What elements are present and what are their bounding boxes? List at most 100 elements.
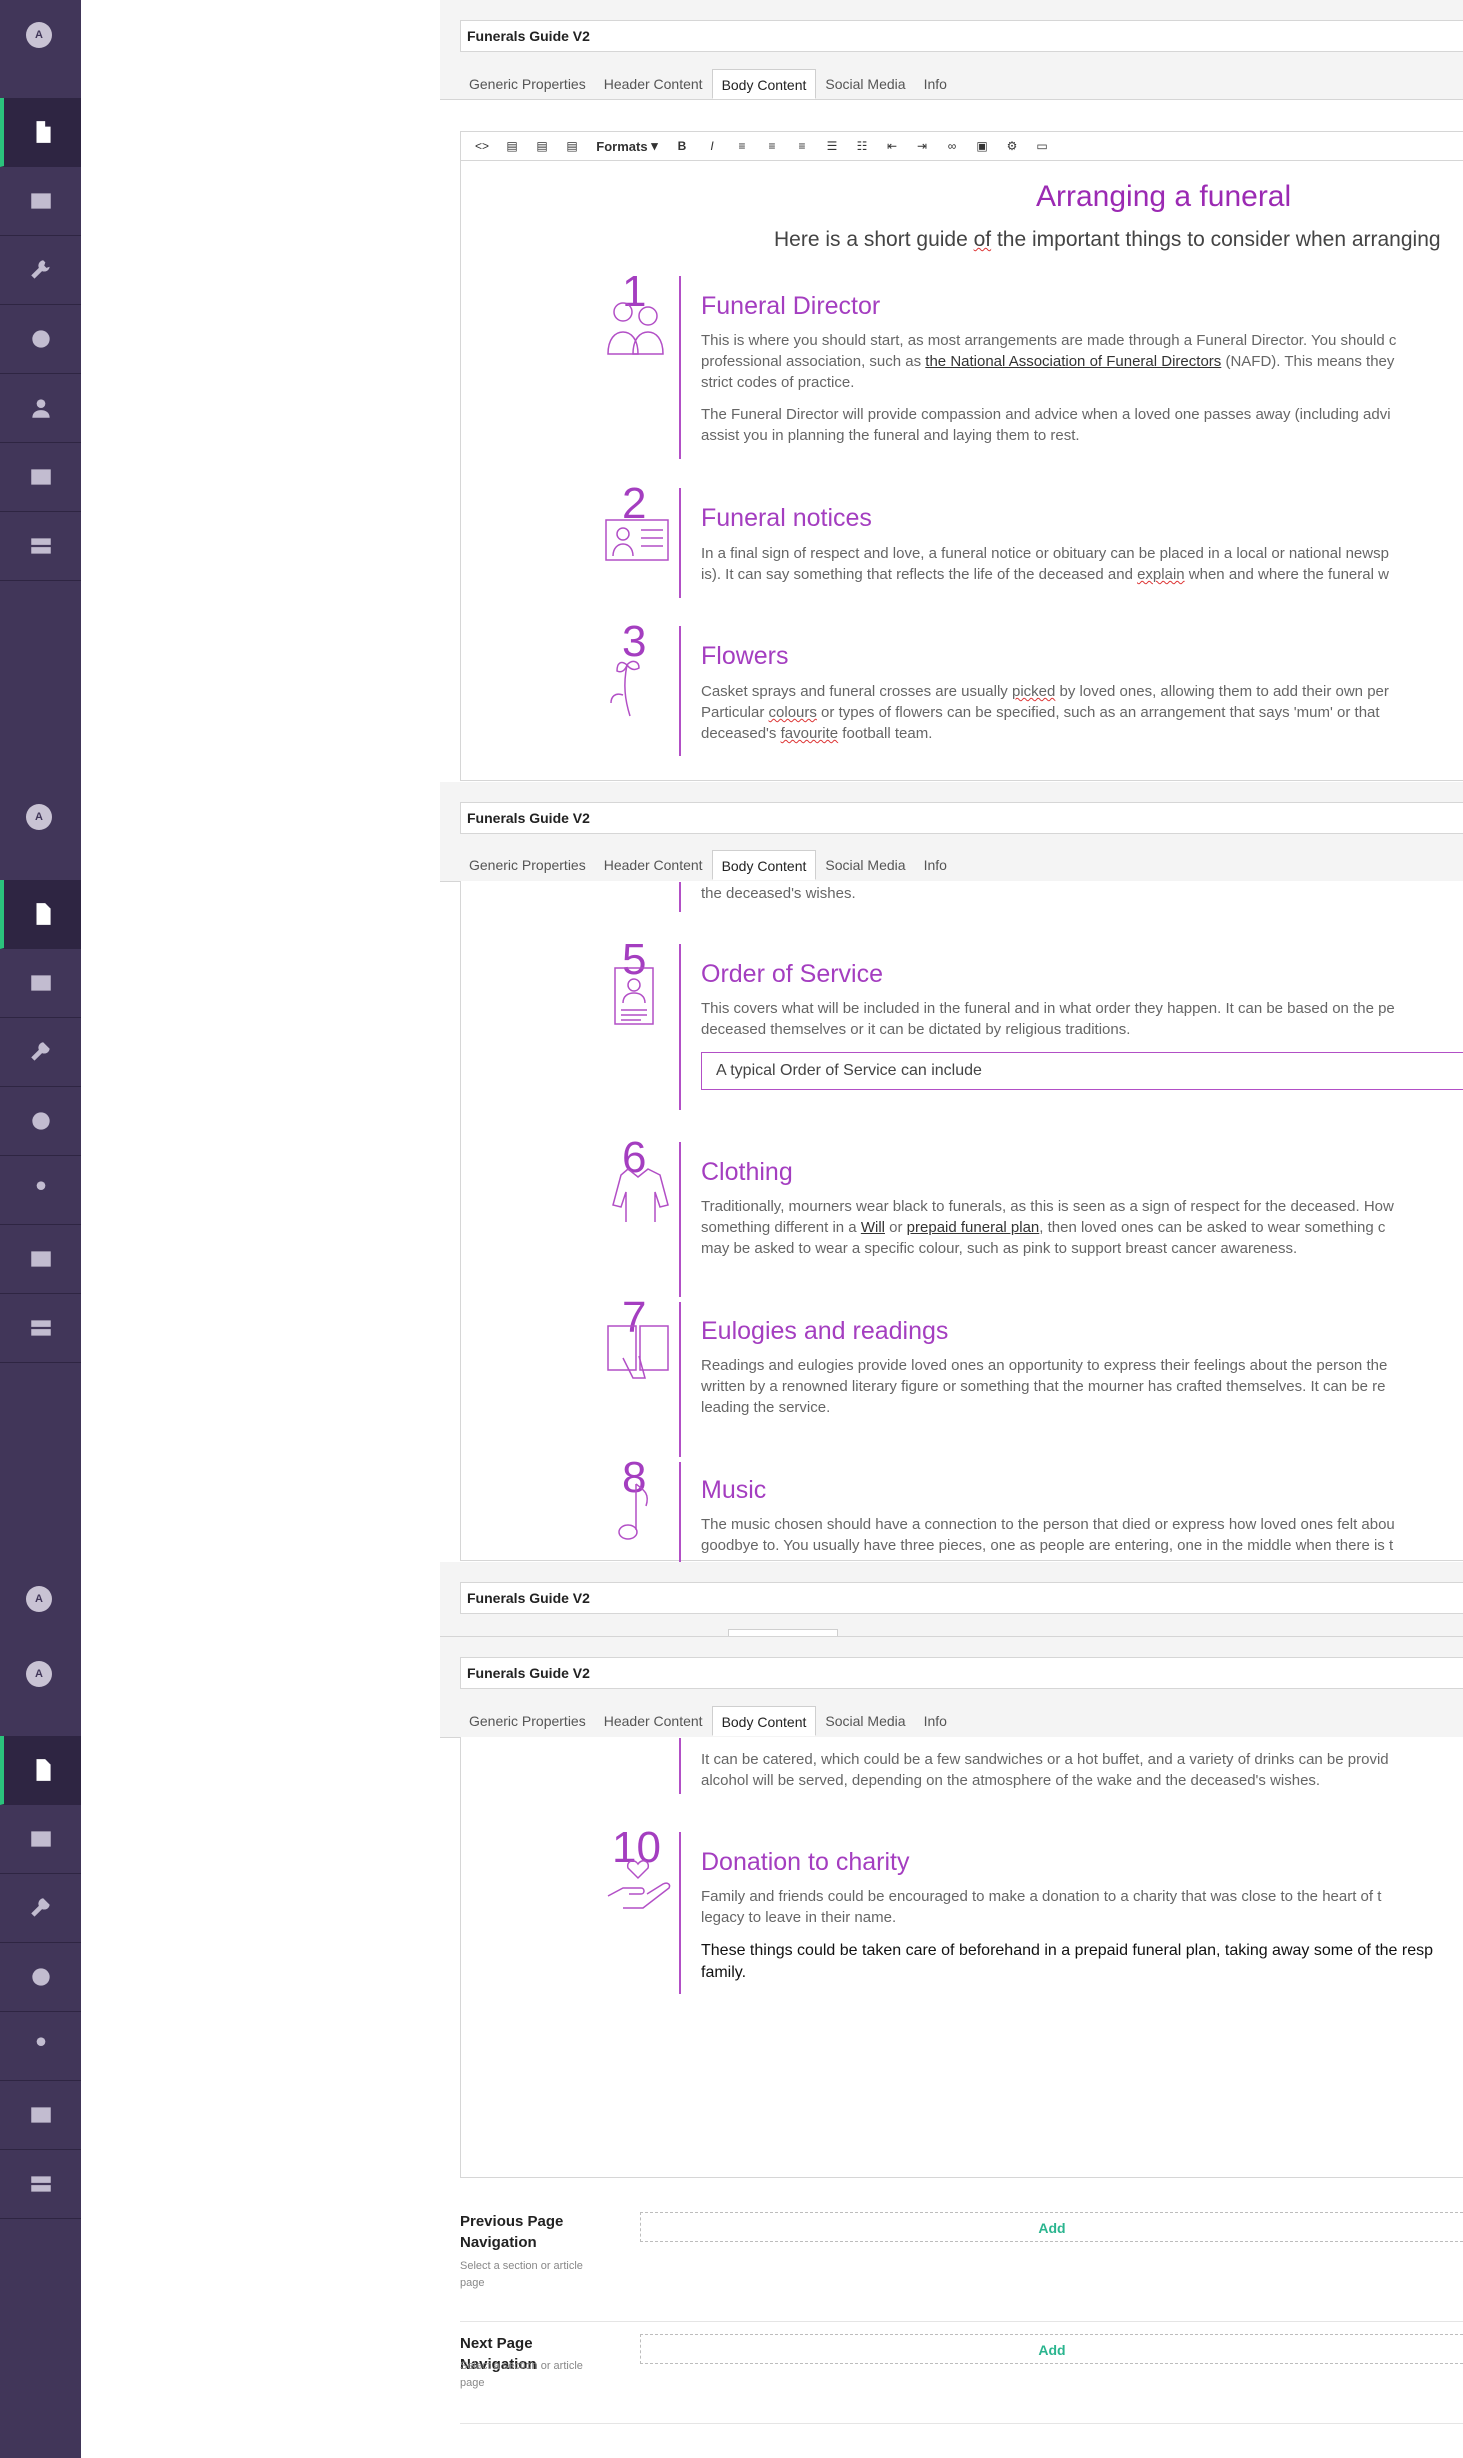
tab-header-content[interactable]: Header Content xyxy=(595,1706,712,1736)
step-paragraph[interactable]: It can be catered, which could be a few … xyxy=(701,1749,1389,1791)
step-title[interactable]: Clothing xyxy=(701,1158,793,1187)
nafd-link[interactable]: the National Association of Funeral Dire… xyxy=(925,353,1221,370)
step-title[interactable]: Donation to charity xyxy=(701,1848,909,1877)
sidebar-item-developer[interactable] xyxy=(0,1087,81,1156)
bullet-list-icon[interactable]: ☰ xyxy=(817,134,847,158)
text-line: deceased themselves or it can be dictate… xyxy=(701,1021,1131,1038)
step-paragraph[interactable]: This is where you should start, as most … xyxy=(701,330,1463,393)
next-page-add-button[interactable]: Add xyxy=(640,2334,1463,2364)
order-of-service-callout[interactable]: A typical Order of Service can include xyxy=(701,1052,1463,1090)
document-name-field[interactable]: Funerals Guide V2 xyxy=(460,802,1463,834)
step-title[interactable]: Music xyxy=(701,1476,766,1505)
prepaid-funeral-plan-link[interactable]: prepaid funeral plan xyxy=(907,1219,1040,1236)
sidebar-item-users[interactable] xyxy=(0,374,81,443)
step-title[interactable]: Eulogies and readings xyxy=(701,1317,948,1346)
sidebar-item-developer[interactable] xyxy=(0,305,81,374)
gear-icon xyxy=(31,330,50,348)
sidebar-item-media[interactable] xyxy=(0,949,81,1018)
step-paragraph[interactable]: Casket sprays and funeral crosses are us… xyxy=(701,681,1463,744)
formats-dropdown[interactable]: Formats ▾ xyxy=(587,134,667,158)
tab-info[interactable]: Info xyxy=(915,1706,956,1736)
sidebar-item-settings[interactable] xyxy=(0,236,81,305)
sidebar-item-users[interactable] xyxy=(0,1156,81,1225)
step-paragraph[interactable]: Readings and eulogies provide loved ones… xyxy=(701,1355,1463,1418)
sidebar-item-media[interactable] xyxy=(0,1805,81,1874)
document-name-field[interactable]: Funerals Guide V2 xyxy=(460,1582,1463,1614)
link-icon[interactable]: ∞ xyxy=(937,134,967,158)
outdent-icon[interactable]: ⇤ xyxy=(877,134,907,158)
embed-icon[interactable]: ▭ xyxy=(1027,134,1057,158)
document-name-field[interactable]: Funerals Guide V2 xyxy=(460,1657,1463,1689)
text-line: Readings and eulogies provide loved ones… xyxy=(701,1357,1388,1374)
document-name-field[interactable]: Funerals Guide V2 xyxy=(460,20,1463,52)
template-icon[interactable]: ▤ xyxy=(527,134,557,158)
step-title[interactable]: Funeral notices xyxy=(701,504,872,533)
italic-icon[interactable]: I xyxy=(697,134,727,158)
tab-body-content[interactable]: Body Content xyxy=(711,69,817,99)
previous-page-hint: Select a section or article page xyxy=(460,2260,583,2289)
step-divider xyxy=(679,626,681,756)
step-paragraph[interactable]: In a final sign of respect and love, a f… xyxy=(701,543,1463,585)
tab-generic-properties[interactable]: Generic Properties xyxy=(460,69,595,99)
step-paragraph[interactable]: the deceased's wishes. xyxy=(701,883,856,904)
tab-body-content[interactable]: Body Content xyxy=(711,1706,817,1736)
text-span: by loved ones, allowing them to add thei… xyxy=(1055,683,1389,700)
user-avatar[interactable]: A xyxy=(26,22,52,48)
sidebar: A A A A xyxy=(0,0,81,2458)
step-paragraph[interactable]: The Funeral Director will provide compas… xyxy=(701,404,1463,446)
tab-social-media[interactable]: Social Media xyxy=(816,69,914,99)
step-title[interactable]: Funeral Director xyxy=(701,292,880,321)
tab-generic-properties[interactable]: Generic Properties xyxy=(460,1706,595,1736)
text-line: assist you in planning the funeral and l… xyxy=(701,427,1080,444)
user-avatar[interactable]: A xyxy=(26,1661,52,1687)
user-avatar[interactable]: A xyxy=(26,1586,52,1612)
align-left-icon[interactable]: ≡ xyxy=(727,134,757,158)
sidebar-item-members[interactable] xyxy=(0,2081,81,2150)
tab-generic-properties[interactable]: Generic Properties xyxy=(460,850,595,880)
will-link[interactable]: Will xyxy=(861,1219,885,1236)
article-intro[interactable]: Here is a short guide of the important t… xyxy=(774,228,1441,252)
step-paragraph[interactable]: These things could be taken care of befo… xyxy=(701,1940,1463,1984)
step-paragraph[interactable]: Family and friends could be encouraged t… xyxy=(701,1886,1463,1928)
step-paragraph[interactable]: The music chosen should have a connectio… xyxy=(701,1514,1463,1560)
sidebar-item-media[interactable] xyxy=(0,167,81,236)
sidebar-item-forms[interactable] xyxy=(0,512,81,581)
numbered-list-icon[interactable]: ☷ xyxy=(847,134,877,158)
image-icon[interactable]: ▣ xyxy=(967,134,997,158)
sidebar-item-forms[interactable] xyxy=(0,2150,81,2219)
sidebar-item-settings[interactable] xyxy=(0,1874,81,1943)
article-title[interactable]: Arranging a funeral xyxy=(1036,180,1291,214)
intro-text: the important things to consider when ar… xyxy=(991,228,1441,251)
source-code-icon[interactable]: <> xyxy=(467,134,497,158)
sidebar-item-forms[interactable] xyxy=(0,1294,81,1363)
tab-social-media[interactable]: Social Media xyxy=(816,850,914,880)
sidebar-item-content[interactable] xyxy=(0,98,81,167)
tab-info[interactable]: Info xyxy=(915,850,956,880)
tab-info[interactable]: Info xyxy=(915,69,956,99)
sidebar-item-users[interactable] xyxy=(0,2012,81,2081)
sidebar-item-content[interactable] xyxy=(0,1736,81,1805)
step-title[interactable]: Order of Service xyxy=(701,960,883,989)
template-icon[interactable]: ▤ xyxy=(557,134,587,158)
sidebar-item-members[interactable] xyxy=(0,443,81,512)
user-avatar[interactable]: A xyxy=(26,804,52,830)
template-icon[interactable]: ▤ xyxy=(497,134,527,158)
text-line: It can be catered, which could be a few … xyxy=(701,1751,1389,1768)
sidebar-item-content[interactable] xyxy=(0,880,81,949)
previous-page-add-button[interactable]: Add xyxy=(640,2212,1463,2242)
tab-header-content[interactable]: Header Content xyxy=(595,69,712,99)
bold-icon[interactable]: B xyxy=(667,134,697,158)
align-right-icon[interactable]: ≡ xyxy=(787,134,817,158)
step-paragraph[interactable]: Traditionally, mourners wear black to fu… xyxy=(701,1196,1463,1259)
tab-body-content[interactable]: Body Content xyxy=(711,850,817,880)
sidebar-item-developer[interactable] xyxy=(0,1943,81,2012)
step-title[interactable]: Flowers xyxy=(701,642,789,671)
step-paragraph[interactable]: This covers what will be included in the… xyxy=(701,998,1463,1040)
tab-social-media[interactable]: Social Media xyxy=(816,1706,914,1736)
align-center-icon[interactable]: ≡ xyxy=(757,134,787,158)
sidebar-item-members[interactable] xyxy=(0,1225,81,1294)
tab-header-content[interactable]: Header Content xyxy=(595,850,712,880)
indent-icon[interactable]: ⇥ xyxy=(907,134,937,158)
sidebar-item-settings[interactable] xyxy=(0,1018,81,1087)
macro-icon[interactable]: ⚙ xyxy=(997,134,1027,158)
